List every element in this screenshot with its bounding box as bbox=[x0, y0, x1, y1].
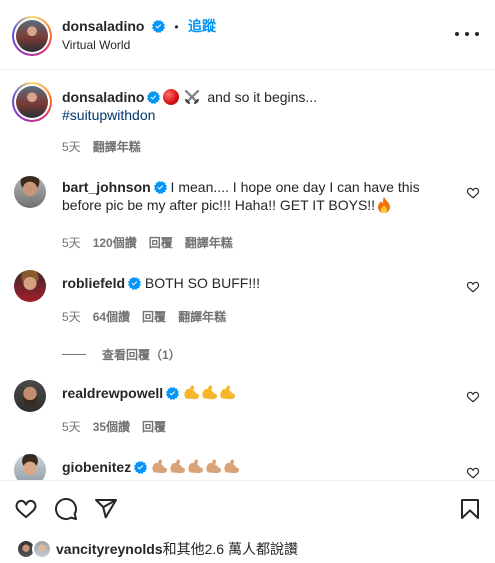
comment-time[interactable]: 5天 bbox=[62, 418, 81, 435]
commenter-avatar[interactable] bbox=[14, 176, 46, 208]
separator-dot: • bbox=[174, 20, 179, 34]
bookmark-icon[interactable] bbox=[458, 497, 482, 521]
author-avatar[interactable] bbox=[12, 16, 52, 56]
avatar bbox=[32, 539, 52, 559]
caption-time[interactable]: 5天 bbox=[62, 138, 81, 155]
likes-lead-user[interactable]: vancityreynolds bbox=[56, 541, 163, 557]
red-circle-emoji-icon bbox=[163, 89, 180, 105]
translate-button[interactable]: 翻譯年糕 bbox=[185, 234, 233, 251]
caption-avatar[interactable] bbox=[12, 82, 52, 122]
location-link[interactable]: Virtual World bbox=[62, 38, 130, 52]
heart-icon[interactable] bbox=[466, 186, 480, 200]
view-replies-button[interactable]: 查看回覆（1） bbox=[62, 346, 181, 363]
translate-button[interactable]: 翻譯年糕 bbox=[93, 138, 141, 155]
author-username[interactable]: donsaladino bbox=[62, 18, 144, 34]
translate-button[interactable]: 翻譯年糕 bbox=[178, 308, 226, 325]
flexed-biceps-emoji-icon bbox=[201, 385, 218, 400]
flexed-biceps-emoji-icon bbox=[183, 385, 200, 400]
flexed-biceps-emoji-icon bbox=[205, 459, 222, 474]
comment-likes[interactable]: 64個讚 bbox=[93, 308, 130, 325]
commenter-avatar[interactable] bbox=[14, 380, 46, 412]
reply-button[interactable]: 回覆 bbox=[149, 234, 173, 251]
comment-time[interactable]: 5天 bbox=[62, 308, 81, 325]
caption-hashtag[interactable]: #suitupwithdon bbox=[62, 107, 155, 123]
crossed-swords-emoji-icon bbox=[185, 89, 200, 104]
reply-button[interactable]: 回覆 bbox=[142, 308, 166, 325]
likes-rest-text: 和其他2.6 萬人都說讚 bbox=[162, 541, 298, 557]
caption-username[interactable]: donsaladino bbox=[62, 89, 144, 105]
verified-badge-icon bbox=[154, 181, 167, 194]
commenter-avatar[interactable] bbox=[14, 270, 46, 302]
commenter-username[interactable]: realdrewpowell bbox=[62, 385, 163, 401]
follow-button[interactable]: 追蹤 bbox=[188, 18, 216, 34]
comment-time[interactable]: 5天 bbox=[62, 234, 81, 251]
flexed-biceps-emoji-icon bbox=[151, 459, 168, 474]
divider-line bbox=[62, 354, 86, 355]
fire-emoji-icon bbox=[378, 197, 391, 213]
heart-icon[interactable] bbox=[466, 466, 480, 480]
flexed-biceps-emoji-icon bbox=[169, 459, 186, 474]
comment-text: BOTH SO BUFF!!! bbox=[141, 275, 261, 291]
verified-badge-icon bbox=[166, 387, 179, 400]
post-header: donsaladino • 追蹤 Virtual World bbox=[0, 0, 495, 70]
like-heart-icon[interactable] bbox=[14, 497, 38, 521]
heart-icon[interactable] bbox=[466, 280, 480, 294]
post-action-bar: vancityreynolds和其他2.6 萬人都說讚 bbox=[0, 480, 495, 563]
heart-icon[interactable] bbox=[466, 390, 480, 404]
flexed-biceps-emoji-icon bbox=[219, 385, 236, 400]
flexed-biceps-emoji-icon bbox=[223, 459, 240, 474]
verified-badge-icon bbox=[128, 277, 141, 290]
commenter-username[interactable]: giobenitez bbox=[62, 459, 131, 475]
liker-avatars bbox=[16, 539, 52, 559]
verified-badge-icon bbox=[147, 91, 160, 104]
more-options-icon[interactable] bbox=[455, 24, 479, 44]
reply-button[interactable]: 回覆 bbox=[142, 418, 166, 435]
comment-likes[interactable]: 120個讚 bbox=[93, 234, 137, 251]
share-icon[interactable] bbox=[94, 497, 118, 521]
flexed-biceps-emoji-icon bbox=[187, 459, 204, 474]
commenter-username[interactable]: robliefeld bbox=[62, 275, 125, 291]
verified-badge-icon bbox=[134, 461, 147, 474]
likes-summary[interactable]: vancityreynolds和其他2.6 萬人都說讚 bbox=[16, 539, 298, 559]
comment-likes[interactable]: 35個讚 bbox=[93, 418, 130, 435]
caption-text: and so it begins... bbox=[203, 89, 318, 105]
commenter-username[interactable]: bart_johnson bbox=[62, 179, 151, 195]
verified-badge-icon bbox=[152, 20, 165, 33]
view-replies-label: 查看回覆（1） bbox=[102, 348, 181, 362]
comment-icon[interactable] bbox=[54, 497, 78, 521]
